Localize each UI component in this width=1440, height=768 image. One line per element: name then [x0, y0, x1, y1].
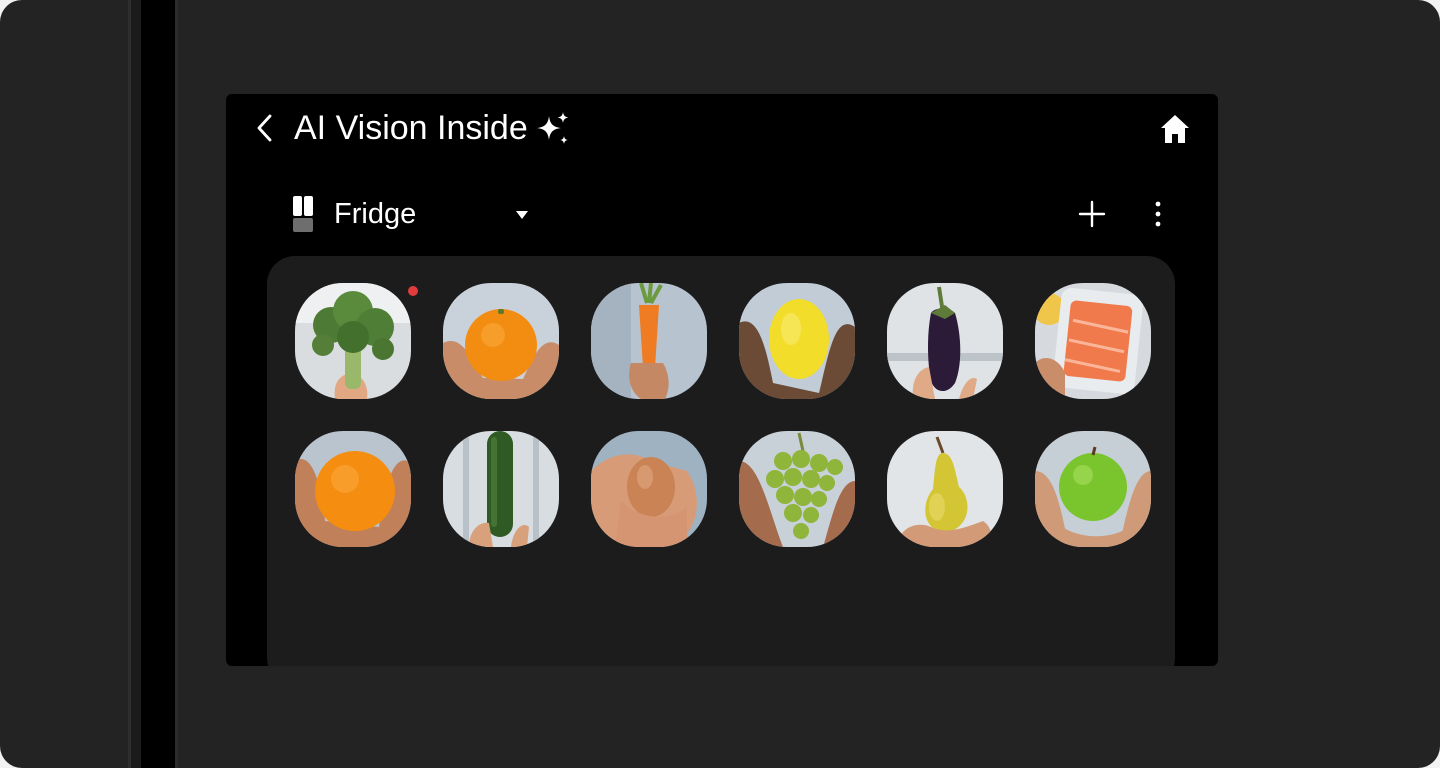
caret-down-icon	[514, 208, 530, 220]
orange-icon	[295, 431, 411, 547]
fridge-icon	[292, 195, 314, 233]
grapes-icon	[739, 431, 855, 547]
eggplant-icon	[887, 283, 1003, 399]
salmon-icon	[1035, 283, 1151, 399]
food-item-carrot[interactable]	[591, 283, 707, 399]
food-grid	[295, 283, 1151, 547]
food-item-orange[interactable]	[295, 431, 411, 547]
back-button[interactable]	[252, 112, 280, 144]
door-edge	[131, 0, 141, 768]
broccoli-icon	[295, 283, 411, 399]
page-title: AI Vision Inside	[294, 109, 528, 147]
egg-icon	[591, 431, 707, 547]
food-item-orange[interactable]	[443, 283, 559, 399]
food-item-eggplant[interactable]	[887, 283, 1003, 399]
orange-icon	[443, 283, 559, 399]
door-edge	[175, 0, 178, 768]
food-item-pear[interactable]	[887, 431, 1003, 547]
plus-icon	[1078, 200, 1106, 228]
food-list-panel	[267, 256, 1175, 666]
carrot-icon	[591, 283, 707, 399]
device-selector-dropdown[interactable]: Fridge	[332, 194, 532, 234]
cucumber-icon	[443, 431, 559, 547]
more-options-button[interactable]	[1146, 198, 1170, 230]
pear-icon	[887, 431, 1003, 547]
home-button[interactable]	[1158, 112, 1192, 146]
food-item-lemon[interactable]	[739, 283, 855, 399]
home-icon	[1161, 115, 1189, 143]
food-item-cucumber[interactable]	[443, 431, 559, 547]
food-item-salmon[interactable]	[1035, 283, 1151, 399]
fridge-door-frame: AI Vision Inside Fridge	[0, 0, 1440, 768]
apple-icon	[1035, 431, 1151, 547]
add-button[interactable]	[1076, 198, 1108, 230]
food-item-broccoli[interactable]	[295, 283, 418, 399]
display-screen: AI Vision Inside Fridge	[226, 94, 1218, 666]
food-item-egg[interactable]	[591, 431, 707, 547]
food-item-grapes[interactable]	[739, 431, 855, 547]
chevron-left-icon	[257, 114, 272, 142]
more-vertical-icon	[1155, 201, 1161, 227]
device-selector-label: Fridge	[334, 198, 417, 230]
food-item-apple[interactable]	[1035, 431, 1151, 547]
lemon-icon	[739, 283, 855, 399]
door-gap	[141, 0, 175, 768]
notification-badge	[408, 286, 418, 296]
sparkle-icon	[534, 110, 572, 148]
